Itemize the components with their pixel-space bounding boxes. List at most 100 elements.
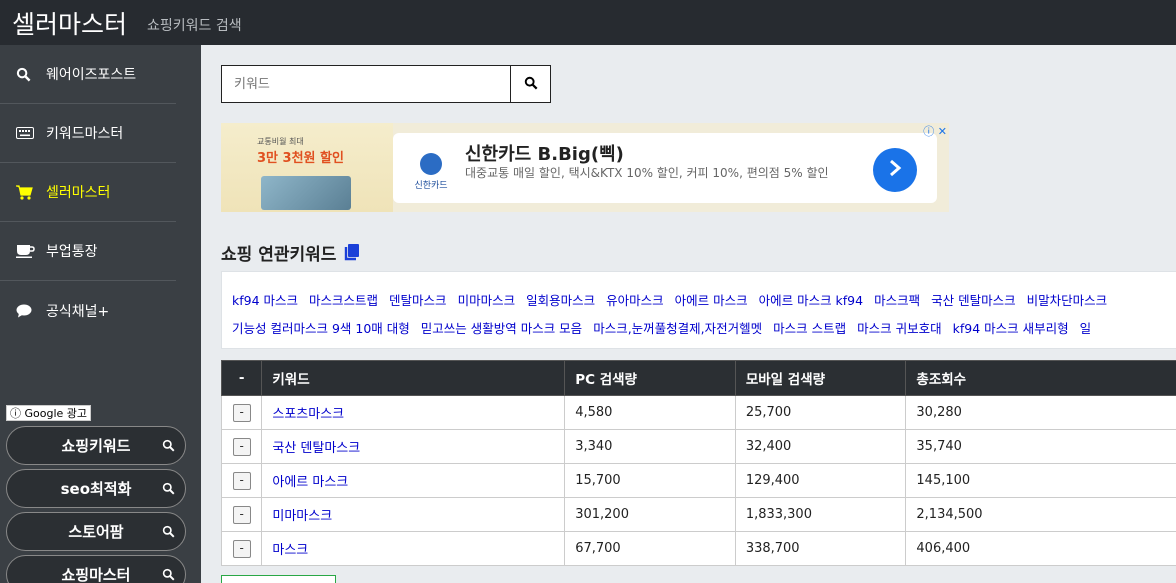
- keyword-cell: 국산 덴탈마스크: [261, 429, 566, 464]
- related-keyword-link[interactable]: 일: [1080, 321, 1092, 336]
- keyword-results-table: - 키워드 PC 검색량 모바일 검색량 총조회수 - 스포츠마스크 4,580 25…: [220, 360, 1176, 566]
- keyword-cell: 마스크: [261, 531, 566, 566]
- coffee-cup-icon: [16, 244, 46, 258]
- keyword-search-form: [221, 65, 551, 103]
- column-header-total[interactable]: 총조회수: [905, 360, 1176, 396]
- related-keyword-link[interactable]: 덴탈마스크: [389, 293, 447, 308]
- remove-row-button[interactable]: -: [232, 505, 251, 524]
- related-keyword-link[interactable]: 마스크팩: [874, 293, 920, 308]
- keyword-cell: 미마마스크: [261, 497, 566, 532]
- related-keywords-line-1: kf94 마스크 마스크스트랩 덴탈마스크 미마마스크 일회용마스크 유아마스크 아에르 마…: [232, 290, 1118, 309]
- remove-cell: -: [220, 531, 263, 566]
- ad-pill-seo[interactable]: seo최적화: [6, 469, 186, 508]
- shopping-cart-icon: [16, 184, 46, 200]
- ad-pill-storefarm[interactable]: 스토어팜: [6, 512, 186, 551]
- related-keyword-link[interactable]: 마스크,눈꺼풀청결제,자전거헬멧: [593, 321, 762, 336]
- search-icon: [16, 67, 46, 82]
- remove-row-button[interactable]: -: [232, 437, 251, 456]
- sidebar-item-label: 키워드마스터: [46, 126, 124, 142]
- remove-row-button[interactable]: -: [232, 403, 251, 422]
- sidebar-item-label: 셀러마스터: [46, 185, 111, 201]
- keyword-link[interactable]: 미마마스크: [272, 509, 332, 524]
- sidebar-item-side-job[interactable]: 부업통장: [0, 222, 176, 281]
- remove-row-button[interactable]: -: [232, 471, 251, 490]
- total-cell: 145,100: [905, 463, 1176, 498]
- pc-volume-cell: 4,580: [564, 395, 736, 430]
- keyword-link[interactable]: 스포츠마스크: [272, 407, 344, 422]
- keyword-search-input[interactable]: [222, 66, 510, 102]
- related-keyword-link[interactable]: 마스크스트랩: [309, 293, 378, 308]
- related-keyword-link[interactable]: 미마마스크: [458, 293, 516, 308]
- related-keyword-link[interactable]: kf94 마스크: [232, 293, 298, 308]
- pc-volume-cell: 3,340: [564, 429, 736, 464]
- remove-cell: -: [220, 429, 263, 464]
- related-keyword-link[interactable]: 아에르 마스크 kf94: [759, 293, 864, 308]
- total-cell: 35,740: [905, 429, 1176, 464]
- search-icon: [162, 438, 175, 456]
- brand-logo-icon: [420, 153, 442, 175]
- table-row: - 마스크 67,700 338,700 406,400: [220, 531, 1176, 566]
- sidebar-item-whereispost[interactable]: 웨어이즈포스트: [0, 45, 176, 104]
- brand-title[interactable]: 셀러마스터: [12, 5, 127, 41]
- pc-volume-cell: 67,700: [564, 531, 736, 566]
- keyword-cell: 스포츠마스크: [261, 395, 566, 430]
- info-icon: ⓘ: [10, 407, 21, 420]
- top-bar: 셀러마스터 쇼핑키워드 검색: [0, 0, 1176, 45]
- sidebar-item-keywordmaster[interactable]: 키워드마스터: [0, 104, 176, 163]
- related-keywords-line-2: 기능성 컬러마스크 9색 10매 대형 믿고쓰는 생활방역 마스크 모음 마스크,눈…: [232, 318, 1102, 337]
- keyword-link[interactable]: 아에르 마스크: [272, 475, 348, 490]
- remove-cell: -: [220, 463, 263, 498]
- related-keyword-link[interactable]: 기능성 컬러마스크 9색 10매 대형: [232, 321, 410, 336]
- column-header-pc-volume[interactable]: PC 검색량: [564, 360, 736, 396]
- table-row: - 스포츠마스크 4,580 25,700 30,280: [220, 395, 1176, 430]
- ad-promo-image: 교통비월 최대 3만 3천원 할인: [221, 123, 393, 212]
- ad-promo-text: 교통비월 최대 3만 3천원 할인: [257, 137, 344, 166]
- search-button[interactable]: [510, 66, 550, 102]
- related-keyword-link[interactable]: 아에르 마스크: [675, 293, 748, 308]
- ad-banner[interactable]: 교통비월 최대 3만 3천원 할인 신한카드 신한카드 B.Big(삑) 대중교…: [221, 123, 949, 212]
- column-header-keyword[interactable]: 키워드: [261, 360, 566, 396]
- related-keyword-link[interactable]: 마스크 스트랩: [773, 321, 846, 336]
- table-row: - 아에르 마스크 15,700 129,400 145,100: [220, 463, 1176, 498]
- credit-card-image: [261, 176, 351, 210]
- sidebar-item-label: 웨어이즈포스트: [46, 67, 137, 83]
- ad-brand-logo: 신한카드: [411, 153, 451, 191]
- ad-open-button[interactable]: [873, 148, 917, 192]
- ad-content: 신한카드 신한카드 B.Big(삑) 대중교통 매일 할인, 택시&KTX 10…: [393, 133, 937, 203]
- keyboard-icon: [16, 127, 46, 139]
- related-keyword-link[interactable]: 믿고쓰는 생활방역 마스크 모음: [421, 321, 582, 336]
- keyword-link[interactable]: 국산 덴탈마스크: [272, 441, 360, 456]
- mobile-volume-cell: 129,400: [734, 463, 907, 498]
- ad-title[interactable]: 신한카드 B.Big(삑): [465, 140, 624, 166]
- column-header-action: -: [220, 360, 263, 396]
- keyword-link[interactable]: 마스크: [272, 543, 308, 558]
- table-row: - 미마마스크 301,200 1,833,300 2,134,500: [220, 497, 1176, 532]
- copy-icon[interactable]: [344, 244, 360, 261]
- column-header-mobile-volume[interactable]: 모바일 검색량: [734, 360, 907, 396]
- related-keyword-link[interactable]: kf94 마스크 새부리형: [953, 321, 1069, 336]
- related-keyword-link[interactable]: 마스크 귀보호대: [857, 321, 941, 336]
- google-ad-label[interactable]: ⓘ Google 광고: [6, 405, 92, 421]
- related-keywords-heading: 쇼핑 연관키워드: [221, 240, 360, 265]
- ad-description: 대중교통 매일 할인, 택시&KTX 10% 할인, 커피 10%, 편의점 5…: [465, 166, 829, 180]
- sidebar-item-official-channel[interactable]: 공식채널+: [0, 281, 176, 340]
- keyword-cell: 아에르 마스크: [261, 463, 566, 498]
- sidebar-item-label: 공식채널+: [46, 303, 110, 320]
- pc-volume-cell: 15,700: [564, 463, 736, 498]
- ad-choices-icon[interactable]: ⓘ ✕: [923, 123, 947, 139]
- search-icon: [162, 567, 175, 583]
- related-keyword-link[interactable]: 유아마스크: [606, 293, 664, 308]
- related-keyword-link[interactable]: 일회용마스크: [526, 293, 595, 308]
- sidebar-item-sellermaster[interactable]: 셀러마스터: [0, 163, 176, 222]
- search-icon: [162, 481, 175, 499]
- bottom-action-button[interactable]: [221, 575, 336, 583]
- remove-row-button[interactable]: -: [232, 539, 251, 558]
- chat-bubble-icon: [16, 304, 46, 318]
- table-row: - 국산 덴탈마스크 3,340 32,400 35,740: [220, 429, 1176, 464]
- related-keyword-link[interactable]: 비말차단마스크: [1027, 293, 1108, 308]
- total-cell: 2,134,500: [905, 497, 1176, 532]
- mobile-volume-cell: 338,700: [734, 531, 907, 566]
- related-keyword-link[interactable]: 국산 덴탈마스크: [931, 293, 1015, 308]
- ad-pill-shopping-keyword[interactable]: 쇼핑키워드: [6, 426, 186, 465]
- ad-pill-shopping-master[interactable]: 쇼핑마스터: [6, 555, 186, 583]
